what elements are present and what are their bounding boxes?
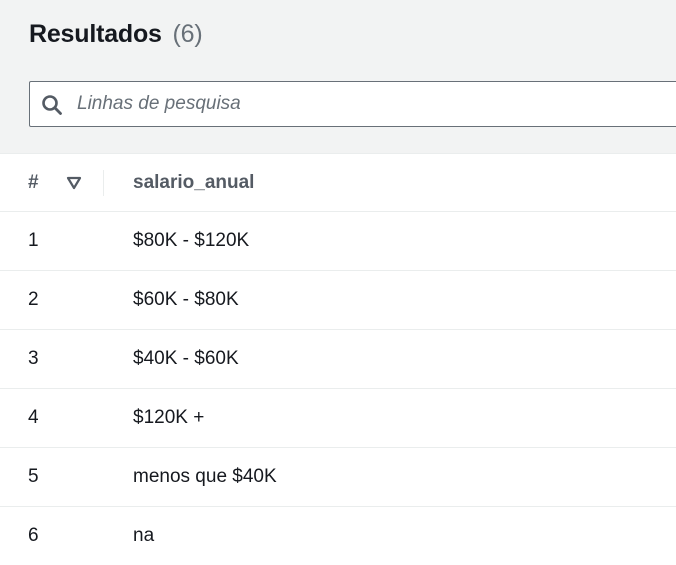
results-header: Resultados (6) xyxy=(0,0,676,154)
salario-anual-cell: $80K - $120K xyxy=(133,230,250,251)
table-header-row: # salario_anual xyxy=(0,154,676,212)
table-row: 1 $80K - $120K xyxy=(0,212,676,271)
search-icon xyxy=(42,95,62,115)
row-number: 2 xyxy=(28,289,39,310)
row-number: 3 xyxy=(28,348,39,369)
table-row: 2 $60K - $80K xyxy=(0,271,676,330)
table-row: 5 menos que $40K xyxy=(0,448,676,507)
row-number: 4 xyxy=(28,407,39,428)
row-number: 6 xyxy=(28,525,39,546)
results-count: (6) xyxy=(172,20,203,48)
search-box[interactable] xyxy=(29,81,676,127)
table-row: 4 $120K + xyxy=(0,389,676,448)
results-title-label: Resultados xyxy=(29,20,162,48)
row-number: 1 xyxy=(28,230,39,251)
column-header-number: # xyxy=(28,172,39,193)
row-number: 5 xyxy=(28,466,39,487)
results-table: # salario_anual 1 $80K - $120K 2 $60K - … xyxy=(0,154,676,565)
salario-anual-cell: $60K - $80K xyxy=(133,289,239,310)
table-row: 6 na xyxy=(0,507,676,565)
salario-anual-cell: na xyxy=(133,525,155,546)
salario-anual-cell: menos que $40K xyxy=(133,466,277,487)
results-title: Resultados (6) xyxy=(29,20,203,49)
column-divider[interactable] xyxy=(103,170,104,196)
salario-anual-cell: $120K + xyxy=(133,407,205,428)
table-row: 3 $40K - $60K xyxy=(0,330,676,389)
column-header-salario-anual[interactable]: salario_anual xyxy=(133,172,254,194)
sort-descending-icon[interactable] xyxy=(66,176,82,190)
search-input[interactable] xyxy=(77,82,676,126)
salario-anual-cell: $40K - $60K xyxy=(133,348,239,369)
